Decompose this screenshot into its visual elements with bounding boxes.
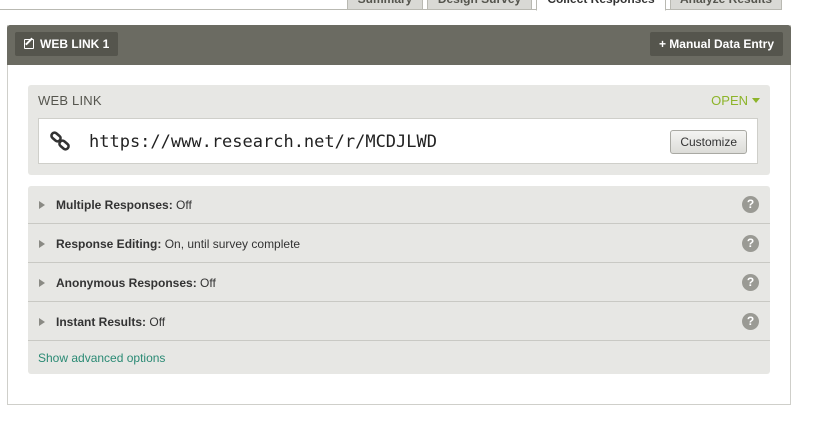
manual-data-entry-button[interactable]: + Manual Data Entry: [649, 32, 783, 56]
collector-panel: WEB LINK 1 + Manual Data Entry WEB LINK …: [7, 25, 791, 405]
weblink-section-title: WEB LINK: [38, 93, 102, 108]
weblink-url-field[interactable]: https://www.research.net/r/MCDJLWD Custo…: [38, 118, 758, 164]
option-anonymous-responses[interactable]: Anonymous Responses: Off ?: [28, 264, 770, 302]
option-response-editing[interactable]: Response Editing: On, until survey compl…: [28, 225, 770, 263]
tab-collect-responses[interactable]: Collect Responses: [536, 0, 666, 11]
option-label: Response Editing:: [56, 237, 162, 251]
option-instant-results[interactable]: Instant Results: Off ?: [28, 303, 770, 341]
option-text: Instant Results: Off: [56, 315, 165, 329]
survey-tabs: Summary Design Survey Collect Responses …: [0, 0, 814, 11]
tab-summary[interactable]: Summary: [347, 0, 423, 10]
weblink-section: WEB LINK OPEN https://www.research.net/r…: [28, 85, 770, 175]
option-value: Off: [176, 198, 192, 212]
link-icon: [50, 131, 70, 151]
collector-header: WEB LINK 1 + Manual Data Entry: [7, 25, 791, 65]
option-text: Anonymous Responses: Off: [56, 276, 216, 290]
help-icon[interactable]: ?: [742, 313, 759, 330]
tab-design-survey[interactable]: Design Survey: [427, 0, 532, 10]
option-label: Multiple Responses:: [56, 198, 173, 212]
status-dropdown[interactable]: OPEN: [711, 93, 760, 108]
option-text: Multiple Responses: Off: [56, 198, 192, 212]
edit-icon: [24, 39, 34, 49]
expand-arrow-icon: [39, 279, 45, 287]
collector-options: Multiple Responses: Off ? Response Editi…: [28, 186, 770, 374]
help-icon[interactable]: ?: [742, 196, 759, 213]
status-label: OPEN: [711, 93, 748, 108]
collector-name-button[interactable]: WEB LINK 1: [15, 32, 119, 56]
option-value: Off: [200, 276, 216, 290]
collector-name: WEB LINK 1: [40, 37, 110, 51]
show-advanced-options-link[interactable]: Show advanced options: [38, 351, 165, 365]
expand-arrow-icon: [39, 201, 45, 209]
option-label: Anonymous Responses:: [56, 276, 197, 290]
option-value: On, until survey complete: [164, 237, 301, 251]
tab-analyze-results[interactable]: Analyze Results: [670, 0, 782, 10]
help-icon[interactable]: ?: [742, 235, 759, 252]
help-icon[interactable]: ?: [742, 274, 759, 291]
option-value: Off: [149, 315, 166, 329]
expand-arrow-icon: [39, 318, 45, 326]
weblink-url[interactable]: https://www.research.net/r/MCDJLWD: [89, 132, 437, 152]
option-text: Response Editing: On, until survey compl…: [56, 237, 300, 251]
expand-arrow-icon: [39, 240, 45, 248]
option-label: Instant Results:: [56, 315, 147, 329]
option-multiple-responses[interactable]: Multiple Responses: Off ?: [28, 186, 770, 224]
customize-button[interactable]: Customize: [670, 130, 747, 154]
chevron-down-icon: [752, 98, 760, 103]
